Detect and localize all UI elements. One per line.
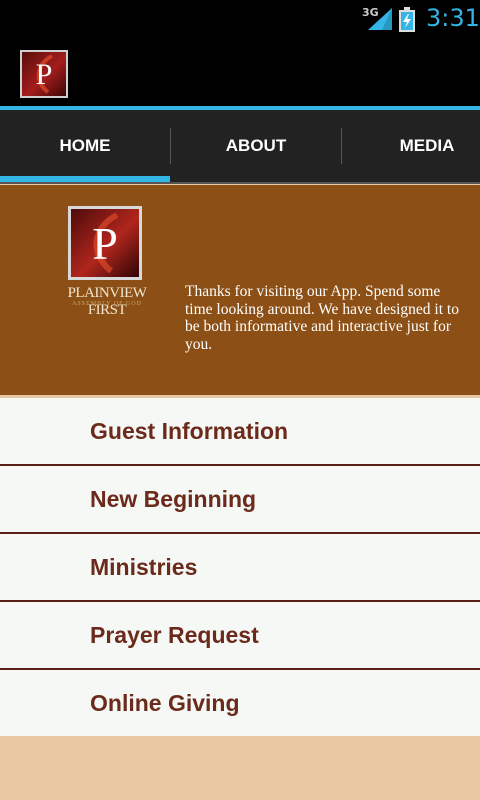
app-logo[interactable]: P (20, 50, 68, 98)
menu-item-label: Ministries (90, 554, 198, 580)
welcome-banner: P PLAINVIEW FIRST ASSEMBLY OF GOD Thanks… (0, 185, 480, 395)
tab-about[interactable]: ABOUT (171, 110, 341, 182)
menu-item-guest-information[interactable]: Guest Information (0, 398, 480, 466)
church-logo: P (68, 206, 142, 280)
menu-item-label: Prayer Request (90, 622, 259, 648)
battery-charging-icon (399, 7, 415, 32)
logo-letter: P (36, 58, 53, 91)
menu-item-label: Online Giving (90, 690, 240, 716)
status-bar: 3G 3:31 (0, 0, 480, 38)
menu-item-prayer-request[interactable]: Prayer Request (0, 602, 480, 670)
menu-item-new-beginning[interactable]: New Beginning (0, 466, 480, 534)
church-subtitle: ASSEMBLY OF GOD (72, 301, 142, 307)
emblem-letter: P (92, 218, 118, 269)
selected-tab-indicator (0, 176, 170, 182)
menu-item-online-giving[interactable]: Online Giving (0, 670, 480, 736)
logo-letter-icon: P (36, 54, 54, 94)
menu-item-ministries[interactable]: Ministries (0, 534, 480, 602)
menu-item-label: New Beginning (90, 486, 257, 512)
tab-home[interactable]: HOME (0, 110, 170, 182)
menu-item-label: Guest Information (90, 418, 289, 444)
tab-bar: HOME ABOUT MEDIA (0, 110, 480, 184)
tab-media[interactable]: MEDIA (342, 110, 480, 182)
action-bar: P (0, 38, 480, 110)
welcome-text: Thanks for visiting our App. Spend some … (185, 283, 459, 353)
main-menu: Guest Information New Beginning Ministri… (0, 398, 480, 736)
clock: 3:31 (426, 4, 480, 32)
signal-icon (368, 8, 392, 30)
church-logo-icon: P (92, 212, 119, 274)
